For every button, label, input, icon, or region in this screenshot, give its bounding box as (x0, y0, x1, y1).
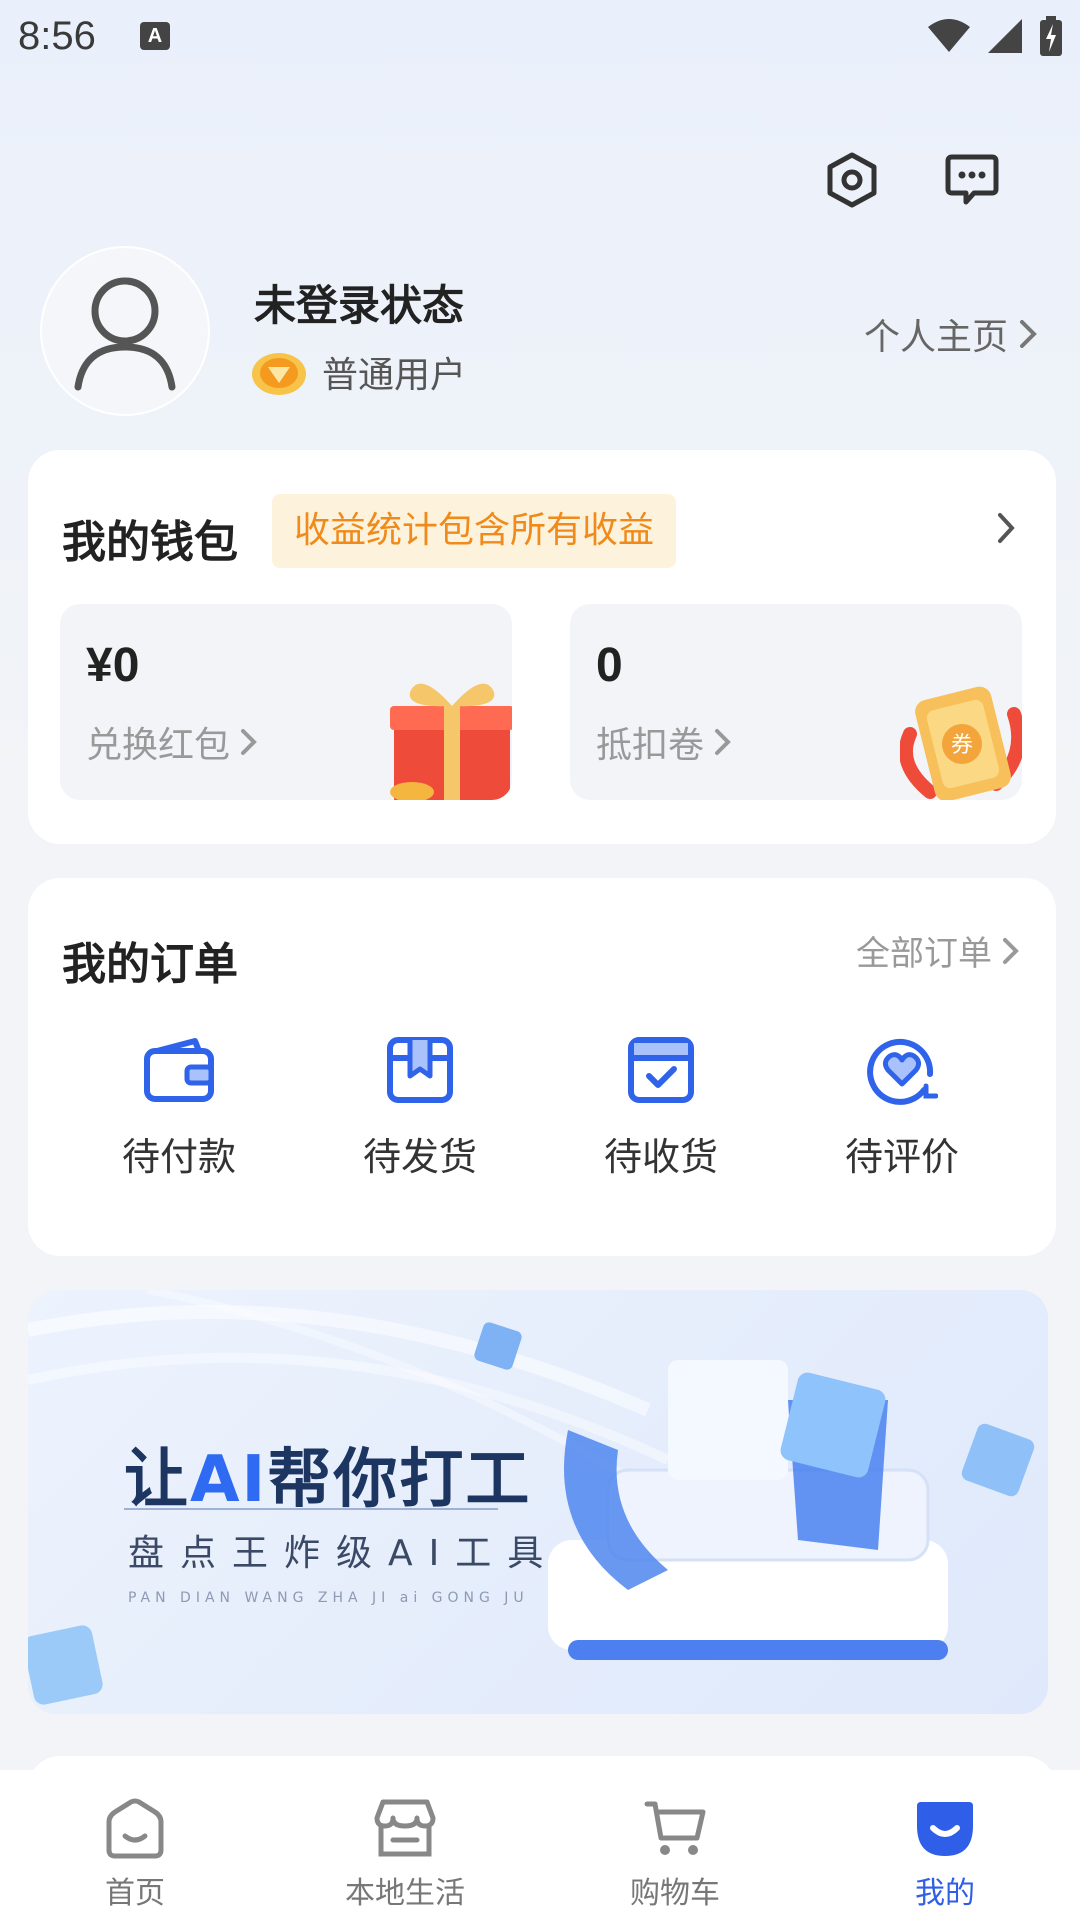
coupon-value: 0 (596, 639, 623, 692)
store-icon (374, 1799, 436, 1857)
nav-cart-label: 购物车 (630, 1876, 720, 1911)
order-pending-review-label: 待评价 (844, 1135, 959, 1179)
orders-title: 我的订单 (62, 939, 238, 990)
box-check-icon (628, 1037, 694, 1103)
order-pending-receipt[interactable]: 待收货 (541, 1030, 781, 1181)
nav-home-label: 首页 (105, 1876, 165, 1911)
all-orders-link[interactable]: 全部订单 (856, 926, 1020, 975)
user-placeholder-icon (74, 277, 176, 391)
banner-title: 让AI帮你打工 (124, 1443, 532, 1517)
profile-name: 未登录状态 (254, 281, 465, 330)
user-level: 普通用户 (250, 346, 466, 398)
banner-divider (124, 1508, 498, 1510)
chevron-right-icon (998, 513, 1015, 543)
chevron-right-icon (241, 729, 257, 755)
chevron-right-icon (1020, 320, 1037, 348)
nav-mine-label: 我的 (915, 1876, 975, 1911)
svg-text:券: 券 (951, 733, 973, 758)
order-pending-review[interactable]: 待评价 (782, 1030, 1022, 1181)
gift-box-icon (390, 683, 512, 800)
bottom-nav: 首页 本地生活 购物车 我的 (0, 1770, 1080, 1920)
cart-icon (644, 1801, 706, 1855)
nav-cart[interactable]: 购物车 (540, 1770, 810, 1920)
nav-mine[interactable]: 我的 (810, 1770, 1080, 1920)
order-pending-payment[interactable]: 待付款 (59, 1030, 299, 1181)
avatar[interactable] (40, 246, 210, 416)
nav-local-life[interactable]: 本地生活 (270, 1770, 540, 1920)
profile-homepage-link[interactable]: 个人主页 (864, 308, 1038, 360)
coupon-label: 抵扣卷 (596, 716, 732, 768)
notification-icon: A (140, 22, 170, 50)
order-pending-payment-label: 待付款 (121, 1135, 236, 1179)
signal-icon (988, 19, 1022, 53)
settings-icon[interactable] (822, 150, 882, 210)
orders-card: 我的订单 全部订单 待付款 待发货 待收货 待评价 (28, 878, 1056, 1256)
user-level-label: 普通用户 (322, 355, 467, 396)
promo-banner[interactable]: 让AI帮你打工 盘点王炸级AI工具 PAN DIAN WANG ZHA JI a… (28, 1290, 1048, 1714)
status-indicators (928, 14, 1062, 58)
profile-face-icon (917, 1802, 973, 1856)
all-orders-label: 全部订单 (856, 934, 992, 974)
wallet-card: 我的钱包 收益统计包含所有收益 ¥0 兑换红包 0 抵扣卷 券 (28, 450, 1056, 844)
wallet-tag: 收益统计包含所有收益 (272, 494, 677, 568)
red-packet-value: ¥0 (86, 639, 140, 692)
wallet-more-button[interactable] (996, 512, 1016, 548)
coupon-box[interactable]: 0 抵扣卷 券 (570, 604, 1022, 800)
level-badge-icon (252, 353, 306, 395)
nav-home[interactable]: 首页 (0, 1770, 270, 1920)
wallet-icon (144, 1038, 214, 1102)
package-icon (387, 1037, 453, 1103)
order-pending-receipt-label: 待收货 (603, 1135, 718, 1179)
wallet-title: 我的钱包 (62, 517, 238, 568)
chevron-right-icon (715, 729, 731, 755)
order-pending-shipment-label: 待发货 (362, 1135, 477, 1179)
heart-review-icon (867, 1038, 938, 1105)
banner-subtitle: 盘点王炸级AI工具 (128, 1533, 560, 1574)
chevron-right-icon (1003, 937, 1019, 964)
message-icon[interactable] (942, 150, 1002, 210)
wifi-icon (928, 19, 970, 52)
coupon-ticket-icon: 券 (900, 686, 1022, 800)
status-time: 8:56 (18, 14, 96, 58)
banner-pinyin: PAN DIAN WANG ZHA JI ai GONG JU (128, 1590, 529, 1606)
home-icon (106, 1798, 164, 1859)
nav-local-life-label: 本地生活 (345, 1876, 465, 1911)
profile-homepage-label: 个人主页 (863, 317, 1008, 358)
red-packet-box[interactable]: ¥0 兑换红包 (60, 604, 512, 800)
red-packet-label: 兑换红包 (86, 716, 258, 768)
battery-icon (1040, 16, 1062, 56)
order-pending-shipment[interactable]: 待发货 (300, 1030, 540, 1181)
